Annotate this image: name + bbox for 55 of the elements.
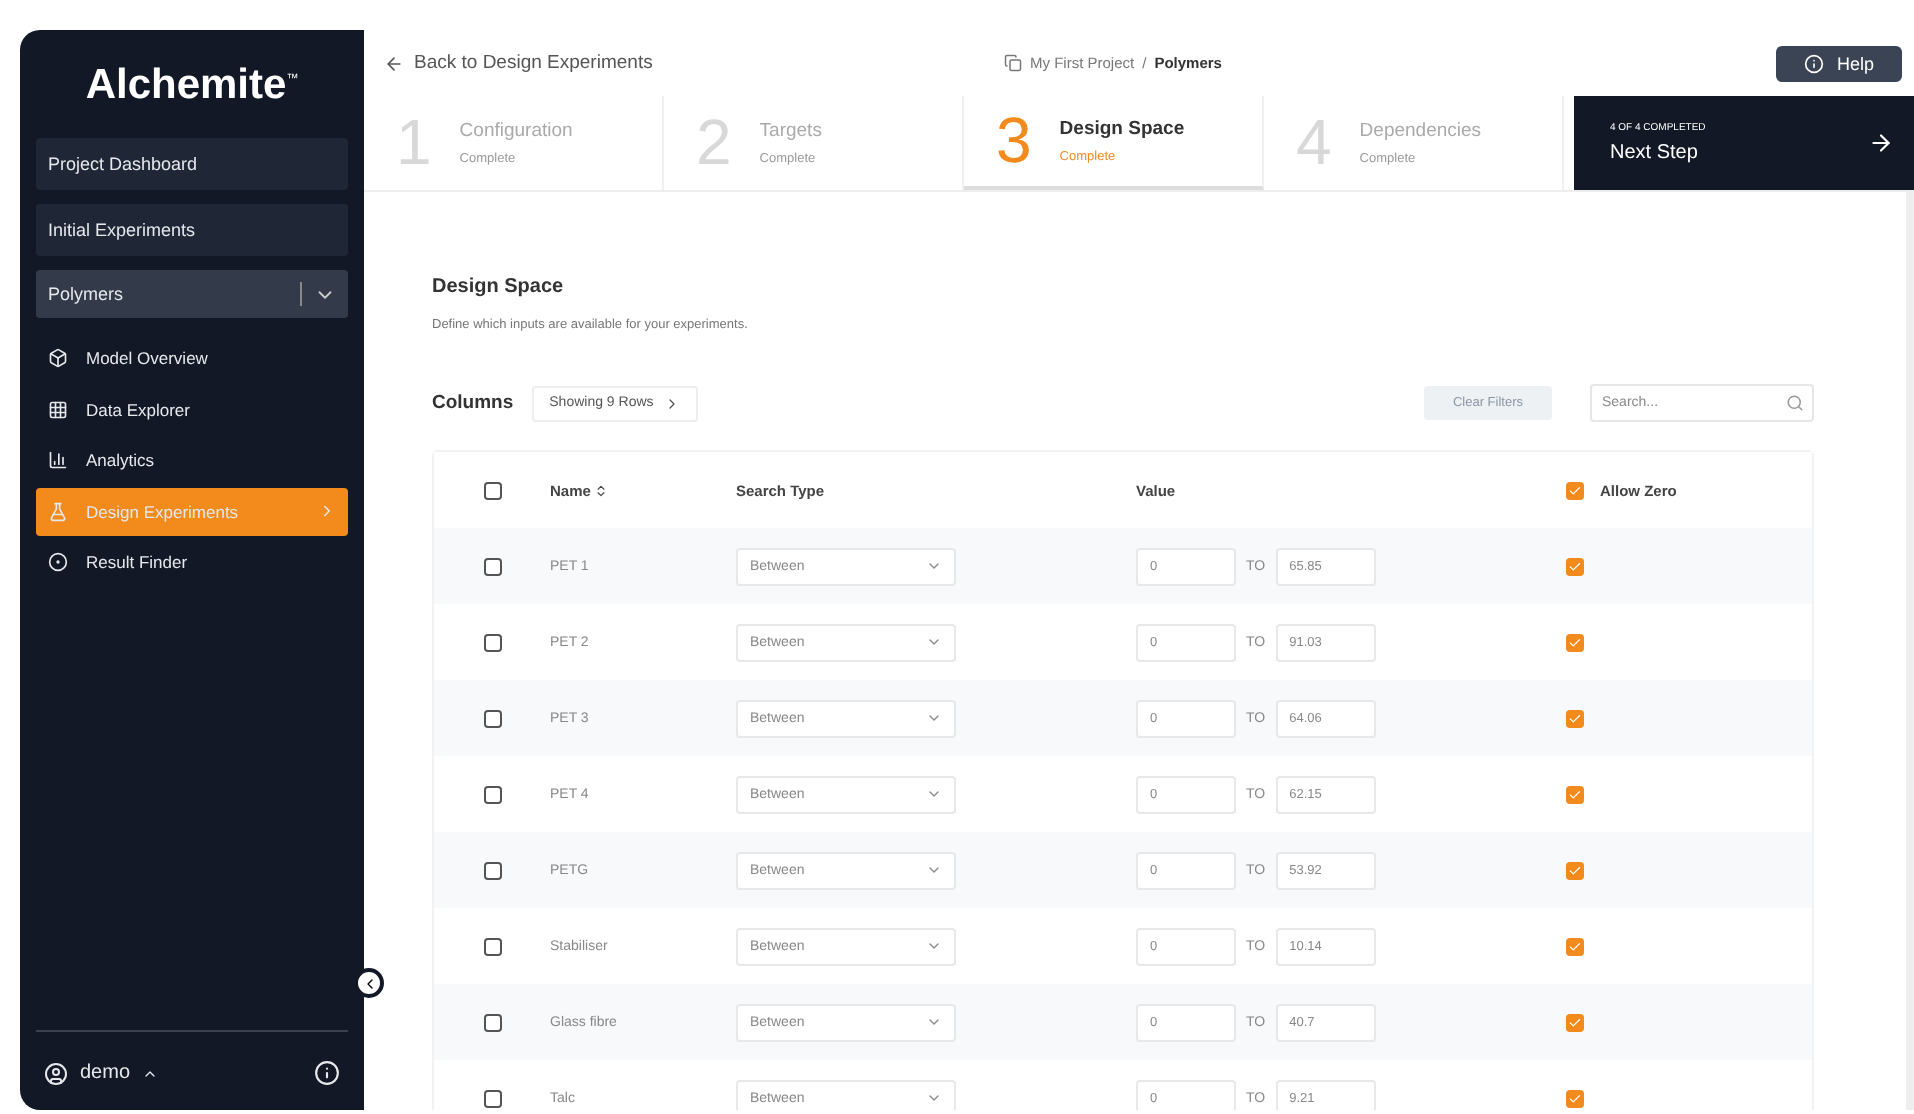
checkbox[interactable]: [483, 785, 501, 803]
checkbox[interactable]: [1566, 1089, 1584, 1107]
columns-label: Columns: [432, 392, 514, 414]
section-title: Design Space: [432, 276, 566, 298]
checkbox[interactable]: [1566, 481, 1584, 499]
checkbox[interactable]: [483, 1089, 501, 1107]
sidebar-item[interactable]: Result Finder: [36, 538, 348, 586]
grid-icon: [48, 399, 68, 419]
user-menu[interactable]: demo: [44, 1061, 159, 1085]
checkbox[interactable]: [1566, 633, 1584, 651]
checkbox[interactable]: [483, 481, 501, 499]
logo: Alchemite$^{™}$: [83, 62, 301, 110]
checkbox[interactable]: [1566, 557, 1584, 575]
arrow-left-icon: [384, 53, 404, 73]
user-icon: [44, 1061, 68, 1085]
copy-icon: [1004, 54, 1022, 72]
checkbox[interactable]: [483, 861, 501, 879]
chevron-down-icon: [926, 938, 942, 954]
sort-icon: [594, 483, 609, 497]
info-icon[interactable]: [314, 1060, 340, 1086]
checkbox[interactable]: [1566, 709, 1584, 727]
sidebar-item[interactable]: Design Experiments: [36, 487, 348, 535]
sidebar-item[interactable]: Model Overview: [36, 334, 348, 382]
chevron-down-icon: [926, 862, 942, 878]
flask-icon: [48, 501, 68, 521]
chevron-right-icon: [318, 502, 336, 520]
sidebar-item[interactable]: Data Explorer: [36, 385, 348, 433]
checkbox[interactable]: [483, 633, 501, 651]
chevron-down-icon: [926, 634, 942, 650]
checkbox[interactable]: [1566, 1013, 1584, 1031]
help-button[interactable]: Help: [1776, 45, 1902, 81]
chevron-down-icon: [926, 710, 942, 726]
bar-chart-icon: [48, 450, 68, 470]
sidebar-link[interactable]: Initial Experiments: [36, 204, 348, 256]
arrow-right-icon: [1868, 130, 1894, 156]
sidebar-link[interactable]: Project Dashboard: [36, 138, 348, 190]
cube-icon: [48, 348, 68, 368]
checkbox[interactable]: [483, 557, 501, 575]
checkbox[interactable]: [1566, 861, 1584, 879]
chevron-down-icon: [926, 558, 942, 574]
sidebar-item[interactable]: Analytics: [36, 436, 348, 484]
checkbox[interactable]: [1566, 785, 1584, 803]
checkbox[interactable]: [1566, 937, 1584, 955]
chevron-down-icon: [926, 786, 942, 802]
back-link[interactable]: Back to Design Experiments: [384, 52, 1004, 74]
target-icon: [48, 552, 68, 572]
chevron-down-icon: [926, 1090, 942, 1106]
chevron-down-icon: [926, 1014, 942, 1030]
checkbox[interactable]: [483, 937, 501, 955]
project-select[interactable]: Polymers: [36, 270, 348, 318]
collapse-button[interactable]: [354, 968, 384, 998]
search-icon: [1786, 394, 1804, 412]
checkbox[interactable]: [483, 1013, 501, 1031]
info-icon: [1804, 53, 1825, 73]
checkbox[interactable]: [483, 709, 501, 727]
